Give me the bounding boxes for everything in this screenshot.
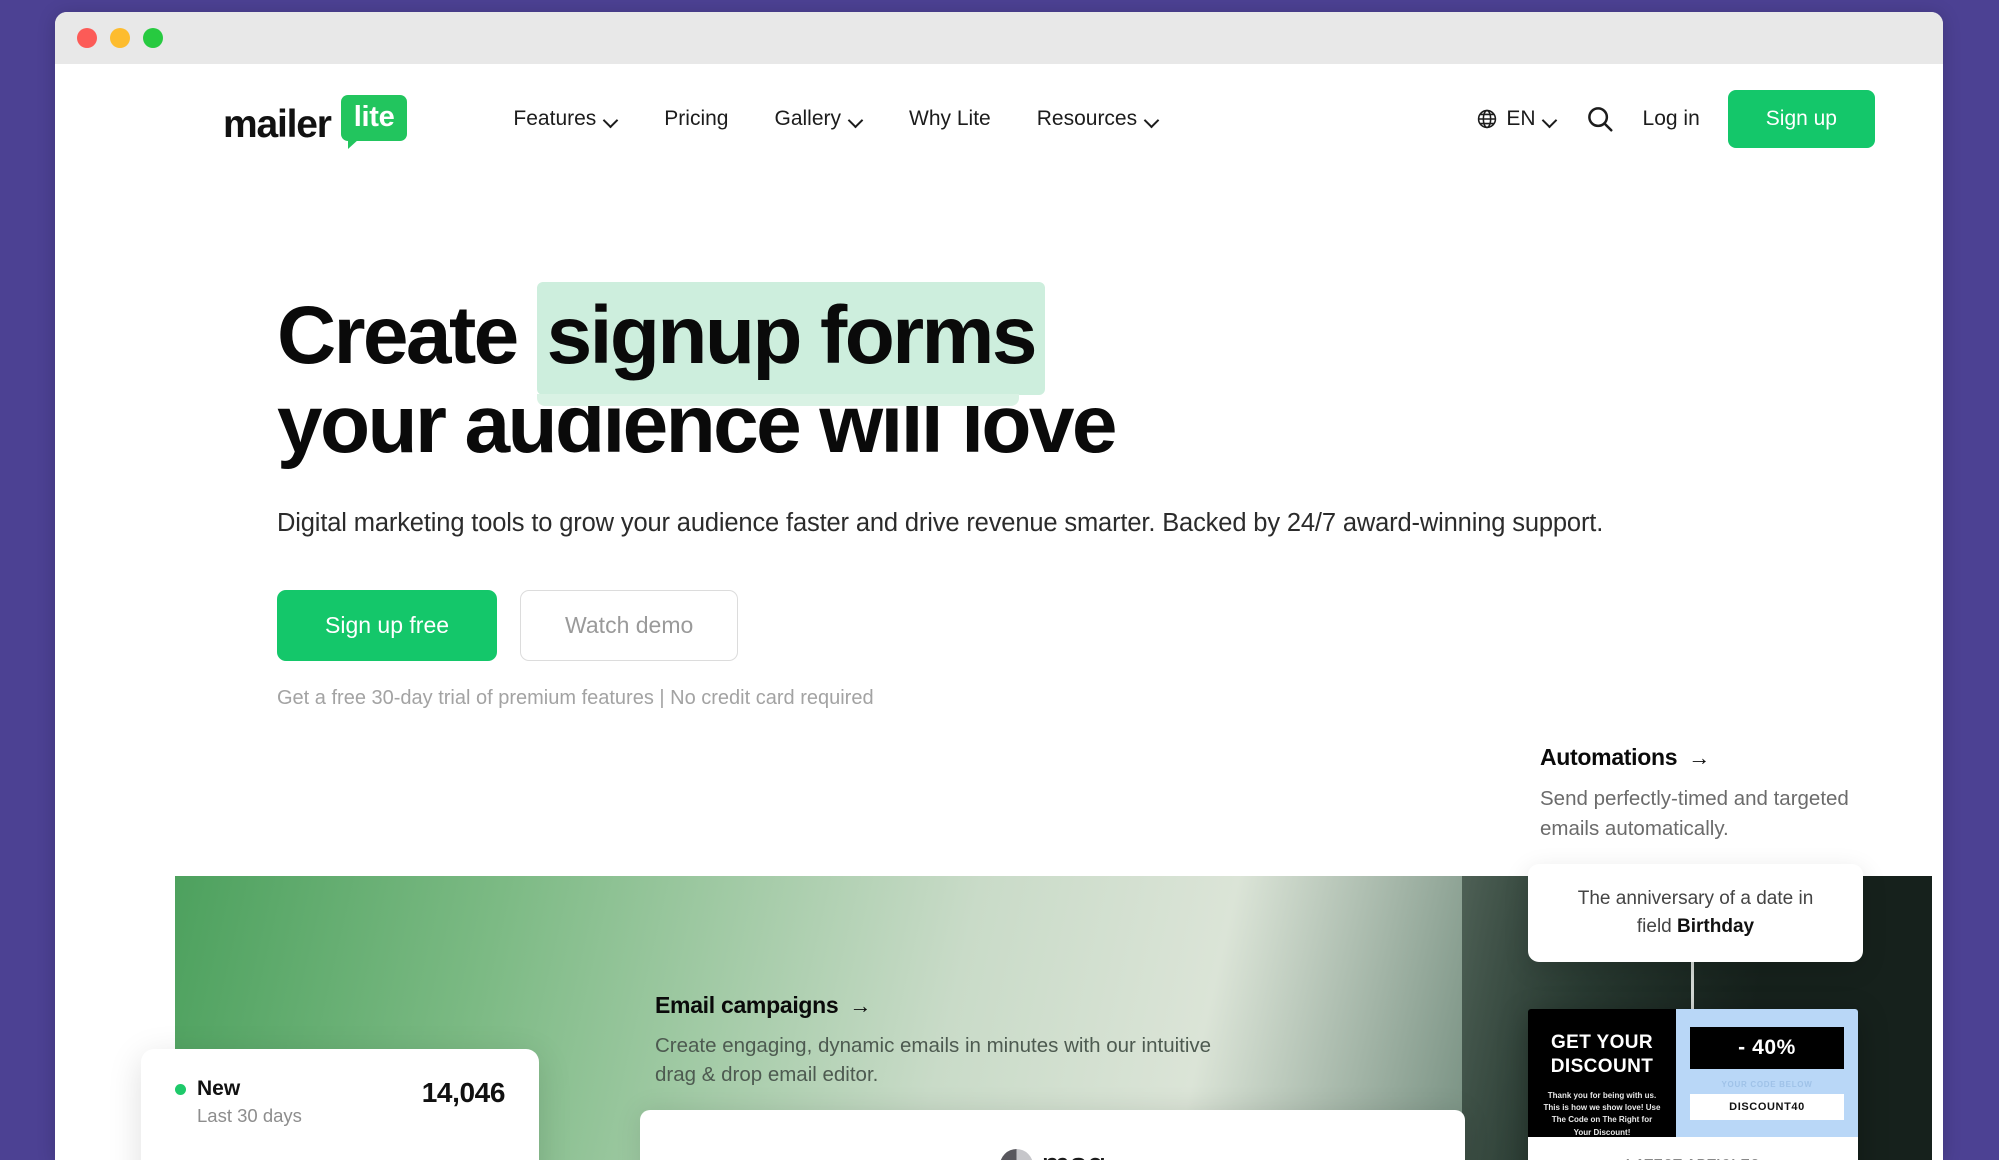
globe-icon [1478, 109, 1497, 129]
main-navigation: Features Pricing Gallery Why Lite Resour… [513, 107, 1159, 131]
email-body-text: Thank you for being with us. This is how… [1543, 1090, 1661, 1137]
subscriber-stats-card: New Last 30 days 14,046 Unsubscribed [141, 1049, 539, 1160]
automations-description: Send perfectly-timed and targeted emails… [1540, 787, 1849, 840]
email-heading-line2: DISCOUNT [1550, 1055, 1654, 1077]
email-heading: GET YOUR DISCOUNT [1542, 1031, 1662, 1079]
language-label: EN [1506, 107, 1536, 130]
tooltip-line-2-prefix: field [1636, 916, 1678, 937]
hero-subheadline: Digital marketing tools to grow your aud… [277, 509, 1604, 538]
arrow-right-icon: → [849, 992, 872, 1018]
language-selector[interactable]: EN [1476, 107, 1556, 131]
page-content: mailer lite Features Pricing Gallery Why… [55, 64, 1943, 1160]
nav-item-features[interactable]: Features [513, 107, 618, 131]
sign-up-free-button[interactable]: Sign up free [277, 590, 498, 662]
tooltip-connector-line [1691, 962, 1694, 1012]
headline-highlight-wrap: signup forms [536, 282, 1045, 406]
automations-title-row: Automations → [1540, 744, 1870, 771]
email-hero-right: - 40% YOUR CODE BELOW DISCOUNT40 [1676, 1009, 1858, 1137]
email-campaigns-title: Email campaigns [655, 992, 839, 1018]
email-heading-line1: GET YOUR [1550, 1032, 1654, 1053]
mag-brand-lockup: mag [640, 1110, 1465, 1160]
nav-label-features: Features [513, 107, 597, 130]
logo-lite-badge: lite [340, 94, 408, 149]
tooltip-field-name: Birthday [1677, 916, 1755, 937]
discount-email-preview: GET YOUR DISCOUNT Thank you for being wi… [1528, 1009, 1858, 1160]
discount-code: DISCOUNT40 [1690, 1094, 1844, 1120]
automations-title: Automations [1540, 744, 1678, 770]
nav-label-pricing: Pricing [664, 107, 729, 130]
nav-item-pricing[interactable]: Pricing [664, 107, 728, 131]
minimize-window-button[interactable] [110, 28, 130, 48]
stat-new-labels: New Last 30 days [175, 1077, 302, 1127]
headline-highlight-text: signup forms [546, 290, 1038, 381]
email-campaigns-title-row: Email campaigns → [655, 992, 1255, 1019]
email-articles-section: LATEST ARTICLES We hand-picked latest ne… [1528, 1137, 1858, 1160]
email-hero-row: GET YOUR DISCOUNT Thank you for being wi… [1528, 1009, 1858, 1137]
nav-item-gallery[interactable]: Gallery [775, 107, 864, 131]
nav-label-resources: Resources [1036, 107, 1138, 130]
nav-label-gallery: Gallery [774, 107, 842, 130]
hero-cta-row: Sign up free Watch demo [277, 590, 1943, 662]
stat-new-label: New [197, 1077, 241, 1100]
browser-window: mailer lite Features Pricing Gallery Why… [55, 12, 1943, 1160]
zoom-window-button[interactable] [143, 28, 163, 48]
tooltip-text: The anniversary of a date in field Birth… [1556, 885, 1836, 940]
email-campaigns-feature[interactable]: Email campaigns → Create engaging, dynam… [655, 992, 1255, 1089]
email-hero-left: GET YOUR DISCOUNT Thank you for being wi… [1528, 1009, 1676, 1137]
nav-item-why-lite[interactable]: Why Lite [909, 107, 991, 131]
email-campaigns-description: Create engaging, dynamic emails in minut… [655, 1034, 1212, 1087]
automations-feature[interactable]: Automations → Send perfectly-timed and t… [1540, 744, 1870, 843]
nav-label-why-lite: Why Lite [909, 107, 991, 130]
code-label: YOUR CODE BELOW [1721, 1080, 1813, 1089]
nav-item-resources[interactable]: Resources [1037, 107, 1159, 131]
stat-new-sublabel: Last 30 days [197, 1105, 302, 1126]
stat-new-value: 14,046 [421, 1077, 506, 1108]
discount-badge: - 40% [1690, 1027, 1844, 1069]
arrow-right-icon: → [1688, 744, 1710, 770]
trial-fineprint: Get a free 30-day trial of premium featu… [277, 687, 874, 710]
editor-preview-mock: mag [640, 1110, 1465, 1160]
watch-demo-button[interactable]: Watch demo [520, 590, 739, 662]
search-icon[interactable] [1585, 104, 1615, 134]
close-window-button[interactable] [77, 28, 97, 48]
status-dot-icon [175, 1083, 186, 1095]
stat-new-label-row: New [175, 1077, 302, 1101]
screenshot-stage: mailer lite Features Pricing Gallery Why… [0, 0, 1999, 1160]
logo-wordmark: mailer [223, 102, 332, 146]
chevron-down-icon [1544, 115, 1557, 123]
birthday-condition-tooltip: The anniversary of a date in field Birth… [1528, 864, 1863, 962]
mag-brand-name: mag [1042, 1146, 1107, 1160]
page-title: Create signup forms your audience will l… [277, 282, 1943, 469]
chevron-down-icon [605, 115, 618, 123]
log-in-link[interactable]: Log in [1643, 107, 1700, 131]
chevron-down-icon [1146, 115, 1159, 123]
sign-up-button[interactable]: Sign up [1727, 90, 1875, 148]
stat-row-new: New Last 30 days 14,046 [175, 1077, 505, 1127]
browser-titlebar [55, 12, 1943, 64]
mailerlite-logo[interactable]: mailer lite [223, 94, 408, 149]
hero-section: Create signup forms your audience will l… [55, 174, 1943, 710]
site-header: mailer lite Features Pricing Gallery Why… [55, 64, 1943, 174]
latest-articles-title: LATEST ARTICLES [1528, 1156, 1858, 1160]
mag-logo-icon [999, 1149, 1033, 1160]
chevron-down-icon [850, 115, 863, 123]
tooltip-line-1: The anniversary of a date in [1577, 888, 1814, 910]
headline-prefix: Create [277, 290, 519, 381]
header-actions: EN Log in Sign up [1476, 90, 1875, 148]
